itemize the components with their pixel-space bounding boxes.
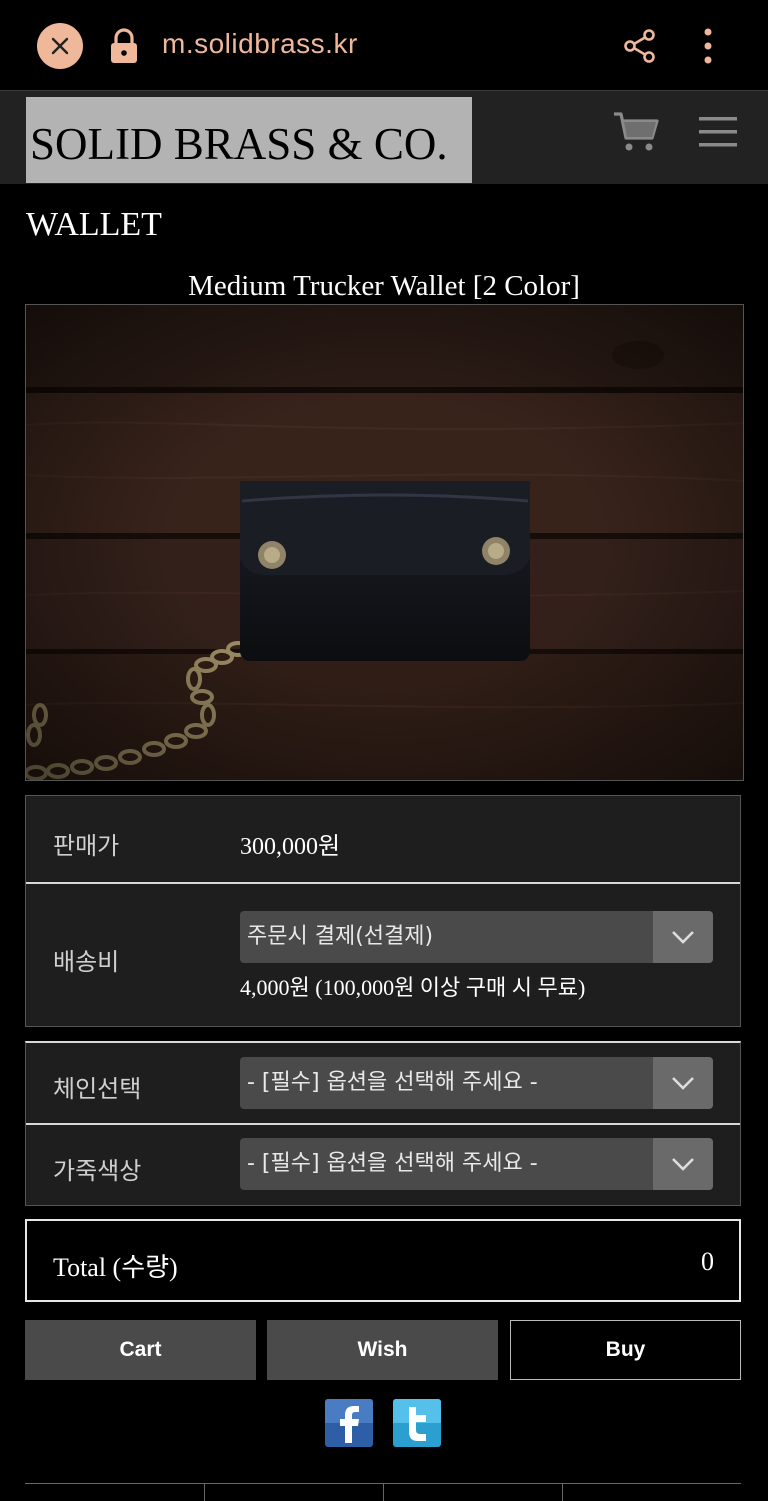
divider — [26, 1123, 740, 1125]
tab-divider — [562, 1484, 563, 1501]
site-logo[interactable]: SOLID BRASS & CO. — [26, 97, 472, 183]
chain-option-label: 체인선택 — [53, 1077, 142, 1103]
category-title: WALLET — [26, 206, 162, 243]
chevron-down-icon[interactable] — [653, 1138, 713, 1190]
share-icon[interactable] — [622, 28, 658, 64]
chevron-down-icon[interactable] — [653, 1057, 713, 1109]
product-image[interactable] — [25, 304, 744, 781]
more-options-icon[interactable] — [696, 26, 720, 66]
tab-divider — [383, 1484, 384, 1501]
close-icon — [51, 37, 69, 55]
shipping-select-value: 주문시 결제(선결제) — [247, 924, 434, 949]
buy-button[interactable]: Buy — [510, 1320, 741, 1380]
chain-option-placeholder: - [필수] 옵션을 선택해 주세요 - — [247, 1070, 538, 1095]
chevron-down-icon[interactable] — [653, 911, 713, 963]
close-tab-button[interactable] — [37, 23, 83, 69]
footer-tab-bar — [25, 1483, 741, 1501]
leather-color-label: 가죽색상 — [53, 1159, 142, 1185]
cart-icon[interactable] — [612, 110, 660, 154]
twitter-icon[interactable] — [393, 1399, 441, 1447]
address-bar-url[interactable]: m.solidbrass.kr — [162, 28, 358, 60]
leather-color-select[interactable]: - [필수] 옵션을 선택해 주세요 - — [240, 1138, 713, 1190]
divider — [26, 882, 740, 884]
lock-icon[interactable] — [108, 28, 140, 64]
leather-color-placeholder: - [필수] 옵션을 선택해 주세요 - — [247, 1151, 538, 1176]
chain-option-select[interactable]: - [필수] 옵션을 선택해 주세요 - — [240, 1057, 713, 1109]
shipping-note: 4,000원 (100,000원 이상 구매 시 무료) — [240, 975, 586, 1000]
wish-button[interactable]: Wish — [267, 1320, 498, 1380]
price-label: 판매가 — [53, 834, 120, 860]
total-quantity: 0 — [701, 1247, 714, 1276]
price-value: 300,000원 — [240, 834, 341, 860]
product-name: Medium Trucker Wallet [2 Color] — [188, 270, 580, 302]
hamburger-menu-icon[interactable] — [698, 114, 738, 150]
tab-divider — [204, 1484, 205, 1501]
cart-button[interactable]: Cart — [25, 1320, 256, 1380]
shipping-select[interactable]: 주문시 결제(선결제) — [240, 911, 713, 963]
shipping-label: 배송비 — [53, 950, 120, 976]
total-label: Total (수량) — [53, 1253, 178, 1282]
facebook-icon[interactable] — [325, 1399, 373, 1447]
